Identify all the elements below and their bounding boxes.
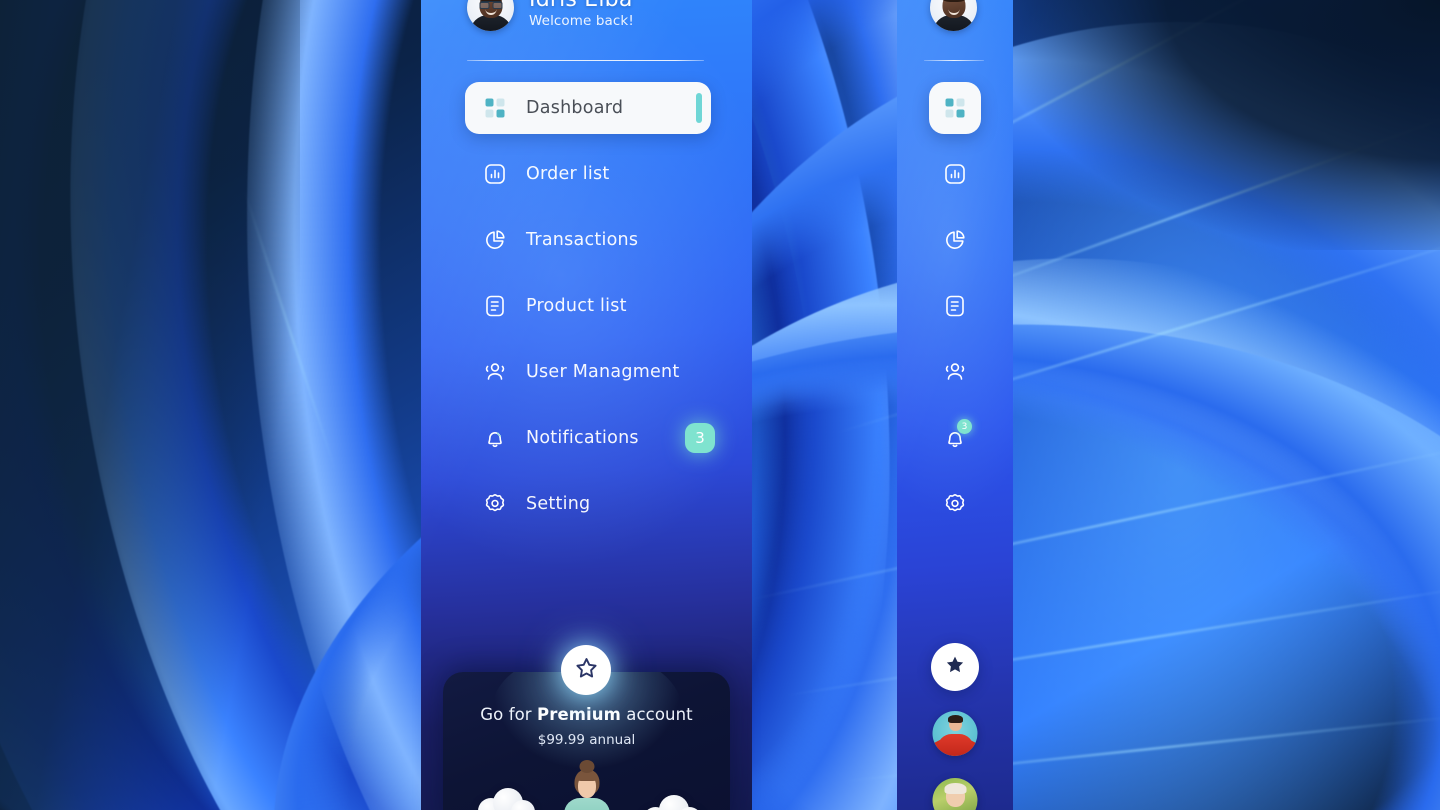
sidebar-nav: Dashboard Order list Transactions Produc… [465, 82, 715, 544]
sidebar-item-label: Dashboard [526, 98, 624, 118]
avatar [467, 0, 514, 31]
notifications-badge: 3 [685, 423, 715, 453]
premium-illustration [443, 758, 730, 810]
rail-item-transactions[interactable] [929, 214, 981, 266]
grid-icon [483, 96, 507, 120]
star-filled-icon [943, 653, 967, 681]
premium-title-prefix: Go for [480, 705, 538, 724]
rail-star-button[interactable] [931, 643, 979, 691]
rail-item-product-list[interactable] [929, 280, 981, 332]
bar-chart-icon [483, 162, 507, 186]
rail-notifications-badge: 3 [957, 419, 972, 434]
sidebar-item-label: Order list [526, 164, 610, 184]
sidebar-item-product-list[interactable]: Product list [465, 280, 711, 332]
premium-title-strong: Premium [537, 705, 621, 724]
users-icon [483, 360, 507, 384]
bell-icon [483, 426, 507, 450]
rail-item-user-managment[interactable] [929, 346, 981, 398]
sidebar-item-transactions[interactable]: Transactions [465, 214, 711, 266]
document-icon [483, 294, 507, 318]
rail-item-setting[interactable] [929, 478, 981, 530]
sidebar-item-label: Transactions [526, 230, 639, 250]
rail-contact-avatar-1[interactable] [932, 711, 978, 756]
rail-item-order-list[interactable] [929, 148, 981, 200]
star-outline-icon [573, 655, 600, 686]
cloud-icon [478, 788, 538, 810]
pie-chart-icon [483, 228, 507, 252]
gear-icon [943, 492, 967, 516]
cloud-icon [643, 795, 705, 810]
sidebar-item-order-list[interactable]: Order list [465, 148, 711, 200]
wallpaper-dark-corner [1010, 0, 1440, 250]
wallpaper-dark-left [0, 0, 300, 810]
person-illustration [559, 760, 615, 810]
bar-chart-icon [943, 162, 967, 186]
premium-title-suffix: account [620, 705, 693, 724]
sidebar-item-label: Notifications [526, 428, 639, 448]
document-icon [943, 294, 967, 318]
sidebar-item-user-managment[interactable]: User Managment [465, 346, 711, 398]
premium-title: Go for Premium account [443, 705, 730, 724]
grid-icon [943, 96, 967, 120]
sidebar-item-setting[interactable]: Setting [465, 478, 711, 530]
pie-chart-icon [943, 228, 967, 252]
rail-item-dashboard[interactable] [929, 82, 981, 134]
profile-header[interactable]: Idris Elba Welcome back! [467, 0, 634, 31]
premium-star-button[interactable] [561, 645, 611, 695]
users-icon [943, 360, 967, 384]
gear-icon [483, 492, 507, 516]
active-indicator-bar [696, 93, 702, 123]
header-divider [467, 60, 704, 62]
sidebar-item-notifications[interactable]: Notifications 3 [465, 412, 715, 464]
rail-item-notifications[interactable]: 3 [929, 412, 981, 464]
sidebar-item-label: User Managment [526, 362, 680, 382]
sidebar-item-label: Setting [526, 494, 591, 514]
sidebar-item-label: Product list [526, 296, 627, 316]
sidebar-item-dashboard[interactable]: Dashboard [465, 82, 711, 134]
rail-avatar[interactable] [930, 0, 977, 31]
premium-price: $99.99 annual [537, 732, 636, 748]
compact-rail-sidebar: 3 [897, 0, 1013, 810]
profile-name: Idris Elba [529, 0, 634, 12]
profile-welcome-text: Welcome back! [529, 12, 634, 29]
